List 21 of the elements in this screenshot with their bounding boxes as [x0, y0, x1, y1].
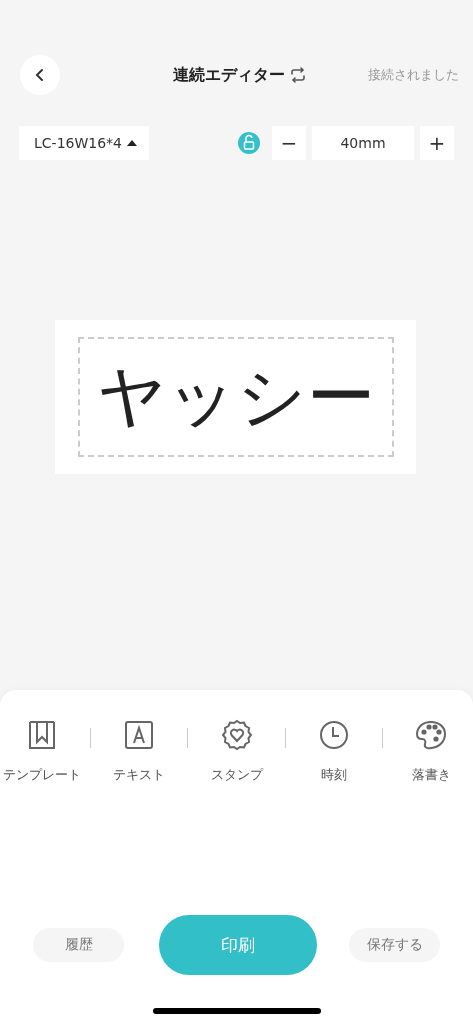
connection-status: 接続されました [368, 66, 459, 84]
tape-dropdown[interactable]: LC-16W16*4 [19, 126, 149, 160]
label-text: ヤッシー [96, 363, 375, 431]
text-frame[interactable]: ヤッシー [77, 337, 394, 457]
tool-button[interactable]: 落書き [389, 718, 473, 784]
history-button[interactable]: 履歴 [33, 928, 124, 962]
tool-button[interactable]: テキスト [97, 718, 182, 784]
length-field[interactable]: 40mm [312, 126, 414, 160]
tool-button[interactable]: テンプレート [0, 718, 84, 784]
stamp-icon [219, 718, 254, 752]
decrease-button[interactable]: − [272, 126, 306, 160]
save-button[interactable]: 保存する [349, 928, 440, 962]
palette-icon [414, 718, 448, 752]
back-icon [34, 68, 46, 82]
caret-icon [127, 140, 137, 146]
tool-button[interactable]: スタンプ [194, 718, 279, 784]
screen-title: 連続エディター [172, 64, 285, 86]
tool-button[interactable]: 時刻 [291, 718, 376, 784]
back-button[interactable] [20, 55, 60, 95]
increase-button[interactable]: + [420, 126, 454, 160]
sync-icon[interactable] [288, 66, 307, 84]
